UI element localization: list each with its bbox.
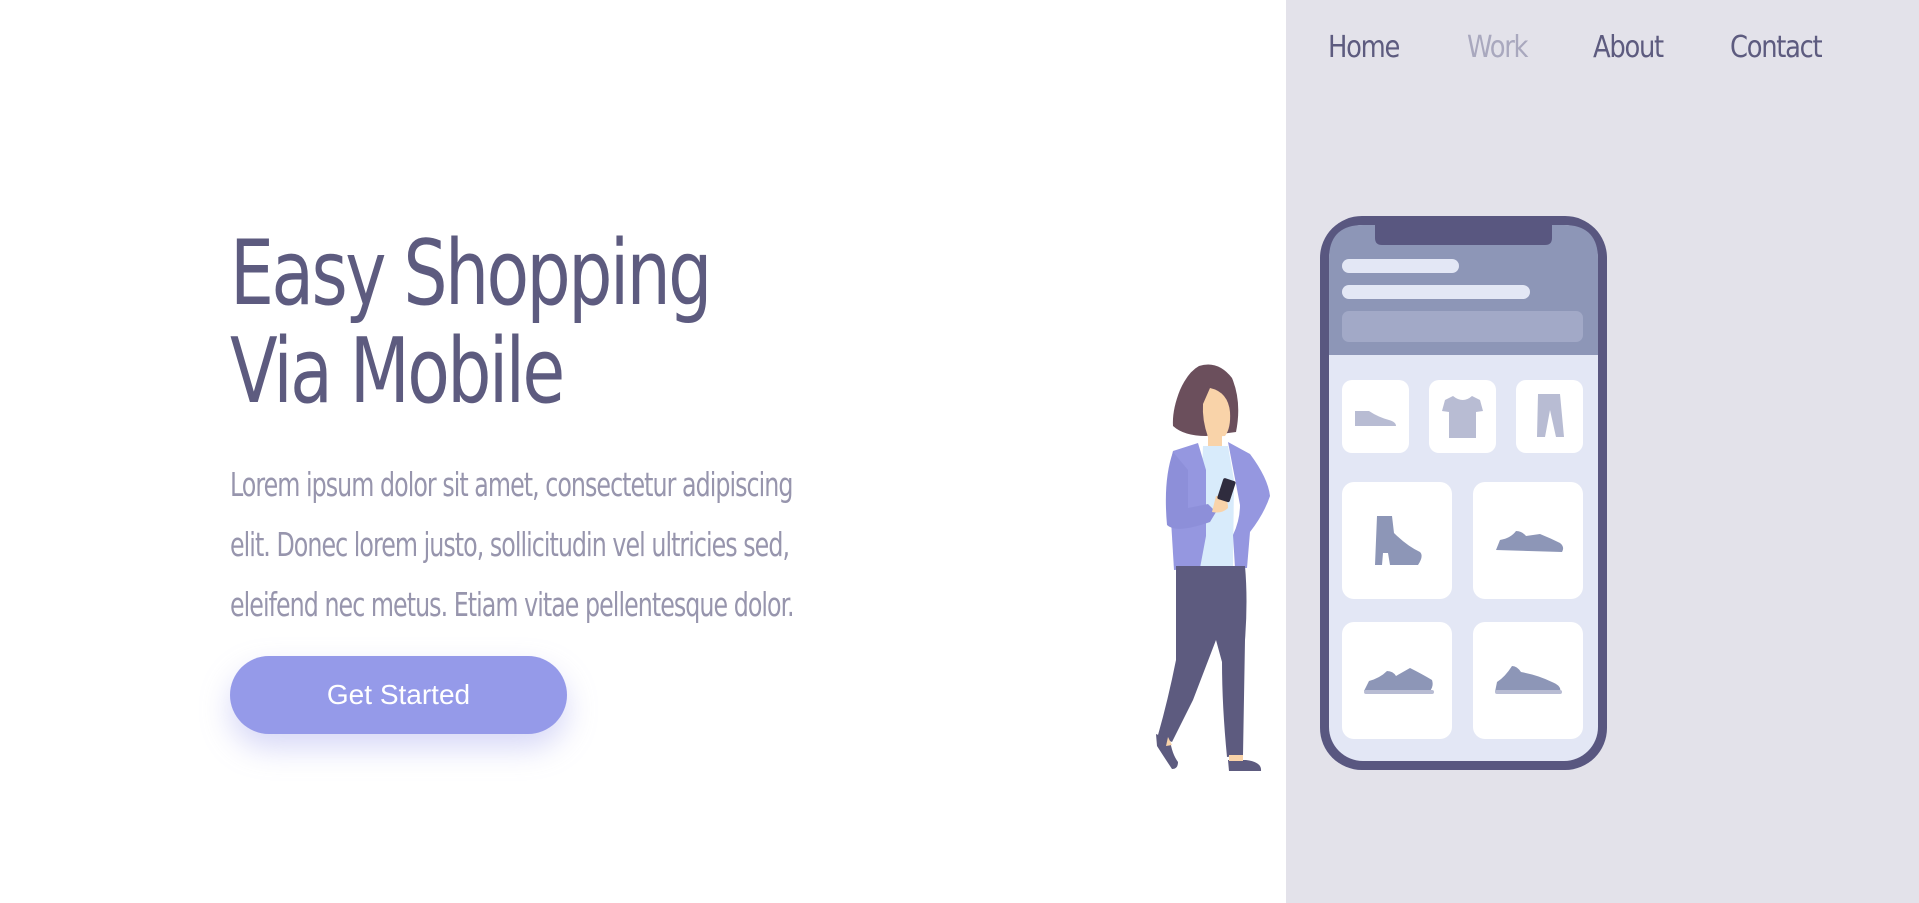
woman-with-phone-illustration: [1156, 364, 1270, 771]
hero-description-line-1: Lorem ipsum dolor sit amet, consectetur …: [230, 465, 793, 504]
nav-home-link[interactable]: Home: [1328, 30, 1400, 65]
right-panel: [1286, 0, 1919, 903]
hero-description: Lorem ipsum dolor sit amet, consectetur …: [230, 455, 854, 635]
nav-contact-link[interactable]: Contact: [1730, 30, 1823, 65]
get-started-button[interactable]: Get Started: [230, 656, 567, 734]
hero-description-line-2: elit. Donec lorem justo, sollicitudin ve…: [230, 525, 790, 564]
hero-title-line-1: Easy Shopping: [230, 221, 712, 326]
hero-title-line-2: Via Mobile: [230, 319, 565, 424]
nav-work-link[interactable]: Work: [1467, 30, 1528, 65]
hero-description-line-3: eleifend nec metus. Etiam vitae pellente…: [230, 585, 795, 624]
hero-title: Easy Shopping Via Mobile: [230, 221, 712, 424]
nav-about-link[interactable]: About: [1593, 30, 1664, 65]
main-nav: Home Work About Contact: [1328, 30, 1836, 65]
